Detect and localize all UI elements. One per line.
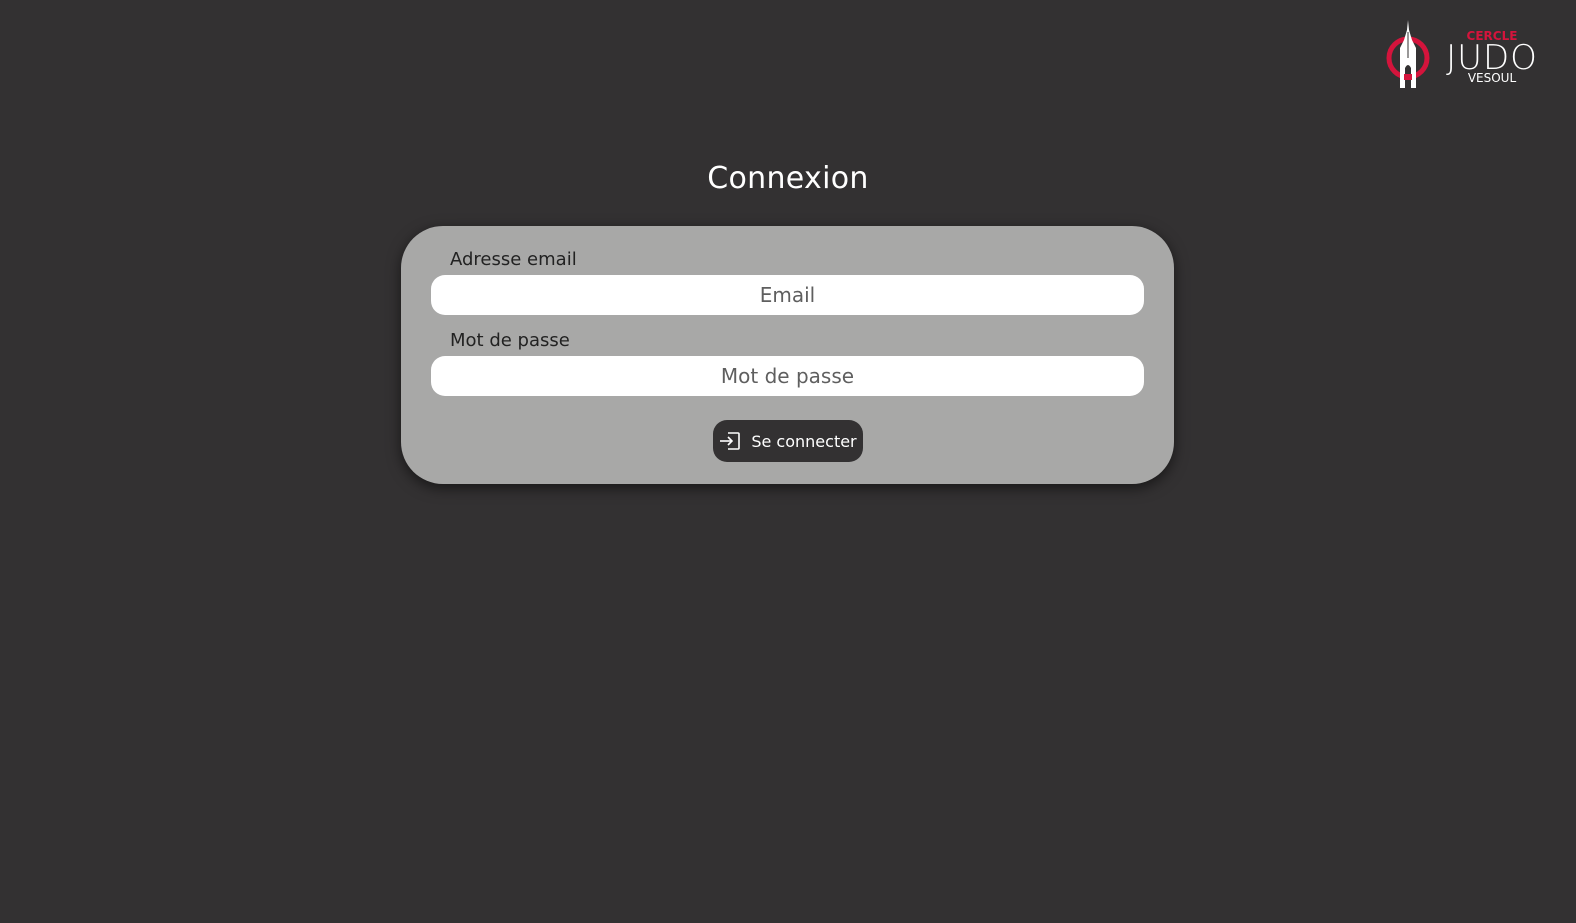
login-button-label: Se connecter	[751, 431, 857, 451]
judo-club-logo-icon: CERCLE JUDO VESOUL	[1386, 20, 1537, 88]
login-form-card: Adresse email Mot de passe Se connecter	[401, 226, 1174, 484]
page-title: Connexion	[707, 161, 869, 196]
club-logo[interactable]: CERCLE JUDO VESOUL	[1384, 18, 1556, 94]
password-label: Mot de passe	[450, 330, 570, 351]
password-input[interactable]	[431, 356, 1144, 396]
login-page: CERCLE JUDO VESOUL Connexion Adresse ema…	[0, 0, 1576, 923]
email-input[interactable]	[431, 275, 1144, 315]
login-button[interactable]: Se connecter	[713, 420, 863, 462]
login-icon	[719, 431, 741, 451]
svg-text:VESOUL: VESOUL	[1468, 71, 1517, 85]
email-label: Adresse email	[450, 249, 577, 270]
